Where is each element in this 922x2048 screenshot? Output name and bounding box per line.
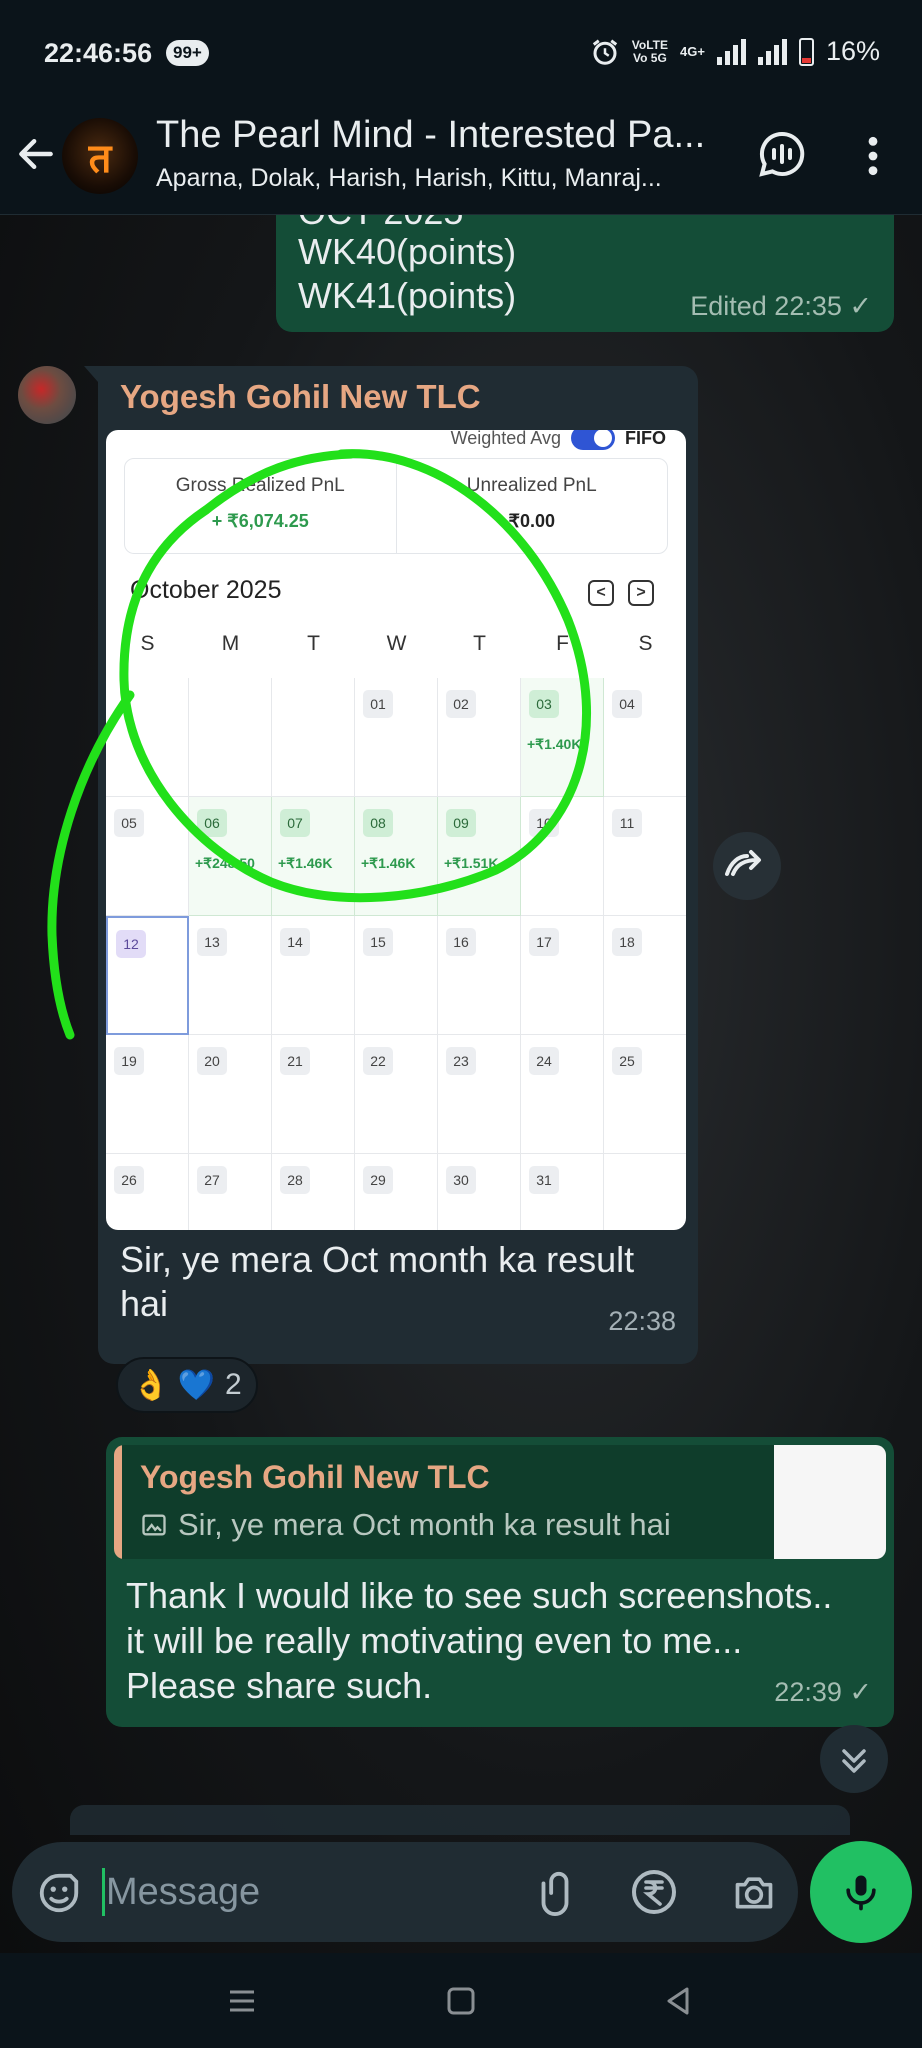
reaction-emojis: 👌 💙 — [132, 1368, 216, 1402]
status-bar: 22:46:56 99+ VoLTE Vo 5G 4G+ 16% — [0, 0, 922, 108]
volte-indicator: VoLTE Vo 5G — [631, 37, 669, 65]
paperclip-icon[interactable] — [532, 1868, 578, 1918]
volte-label: VoLTE — [631, 37, 669, 52]
text-caret — [102, 1868, 105, 1916]
group-members[interactable]: Aparna, Dolak, Harish, Harish, Kittu, Ma… — [156, 164, 662, 193]
sender-avatar[interactable] — [18, 366, 76, 424]
signal-strength-icon-2 — [757, 38, 787, 65]
arrow-left-icon[interactable] — [14, 132, 58, 176]
input-pill[interactable] — [12, 1842, 798, 1942]
outgoing-reply-message[interactable]: Yogesh Gohil New TLC Sir, ye mera Oct mo… — [106, 1437, 894, 1727]
reaction-count: 2 — [225, 1368, 242, 1401]
outgoing-message-bubble[interactable]: OCT 2025 WK40(points) WK41(points) Edite… — [276, 215, 894, 332]
microphone-icon — [846, 1875, 876, 1911]
group-avatar[interactable]: त — [62, 118, 138, 194]
quoted-image-thumbnail — [774, 1445, 886, 1559]
camera-icon[interactable] — [730, 1870, 778, 1914]
battery-percent: 16% — [825, 36, 880, 66]
forward-icon — [725, 850, 761, 876]
sender-name[interactable]: Yogesh Gohil New TLC — [120, 378, 481, 416]
group-avatar-logo: त — [88, 136, 112, 181]
more-vertical-icon[interactable] — [858, 134, 888, 178]
message-time: 22:39 ✓ — [774, 1677, 872, 1707]
voice-chat-icon[interactable] — [758, 130, 806, 178]
alarm-icon — [592, 39, 617, 65]
network-type: 4G+ — [680, 44, 705, 59]
image-caption: Sir, ye mera Oct month ka result hai — [120, 1239, 635, 1324]
message-edited-time: Edited 22:35 ✓ — [690, 291, 872, 321]
message-line: WK41(points) — [298, 275, 517, 316]
group-title[interactable]: The Pearl Mind - Interested Pa... — [156, 114, 705, 157]
message-reactions[interactable]: 👌 💙 2 — [116, 1357, 258, 1413]
annotation-stroke-tail — [47, 690, 135, 1040]
forward-button[interactable] — [713, 832, 781, 900]
status-icons: VoLTE Vo 5G 4G+ 16% — [590, 36, 880, 67]
signal-strength-icon-1 — [716, 38, 746, 65]
mic-button[interactable] — [810, 1841, 912, 1943]
status-time: 22:46:56 — [44, 38, 153, 68]
recent-apps-icon[interactable] — [224, 1983, 260, 2019]
notification-count-badge: 99+ — [166, 40, 209, 66]
partially-visible-message[interactable] — [70, 1805, 850, 1835]
chat-area[interactable]: OCT 2025 WK40(points) WK41(points) Edite… — [0, 215, 922, 1835]
message-line: WK40(points) — [298, 231, 517, 272]
home-icon[interactable] — [443, 1983, 479, 2019]
message-time: 22:38 — [608, 1306, 676, 1336]
battery-icon — [798, 37, 814, 66]
hand-drawn-circle-annotation — [119, 449, 591, 903]
chat-header: त The Pearl Mind - Interested Pa... Apar… — [0, 108, 922, 215]
reply-text: Thank I would like to see such screensho… — [126, 1575, 833, 1706]
quoted-message[interactable]: Yogesh Gohil New TLC Sir, ye mera Oct mo… — [114, 1445, 886, 1559]
quoted-sender: Yogesh Gohil New TLC — [140, 1459, 490, 1495]
volte-sub-label: Vo 5G — [633, 50, 667, 65]
image-icon — [142, 1514, 166, 1536]
sticker-emoji-icon[interactable] — [36, 1870, 82, 1916]
pnl-calendar-screenshot[interactable]: Weighted Avg FIFO Gross Realized PnL + ₹… — [106, 430, 686, 1230]
quoted-text: Sir, ye mera Oct month ka result hai — [178, 1507, 671, 1542]
quote-accent-bar — [114, 1445, 122, 1559]
system-nav-bar — [0, 1953, 922, 2048]
incoming-image-message[interactable]: Yogesh Gohil New TLC Weighted Avg FIFO G… — [84, 366, 698, 1364]
back-nav-icon[interactable] — [660, 1983, 696, 2019]
message-composer — [0, 1835, 922, 1953]
message-input[interactable] — [106, 1864, 506, 1920]
quoted-text-row: Sir, ye mera Oct month ka result hai — [140, 1507, 671, 1543]
rupee-icon[interactable] — [630, 1868, 678, 1916]
scroll-to-bottom-button[interactable] — [820, 1725, 888, 1793]
double-chevron-down-icon — [842, 1749, 866, 1773]
